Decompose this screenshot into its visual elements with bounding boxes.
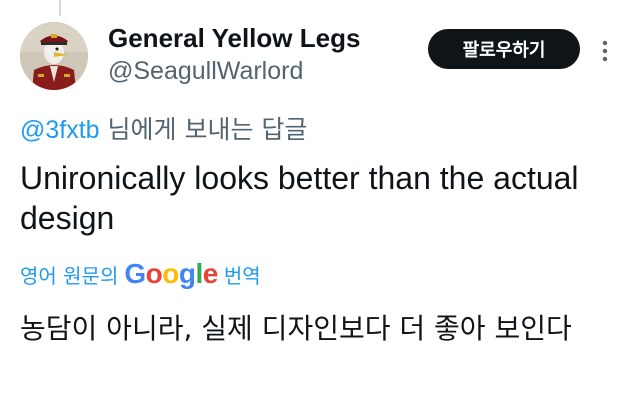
avatar[interactable]	[20, 22, 88, 90]
tweet-text: Unironically looks better than the actua…	[20, 160, 579, 236]
translation-prefix: 영어 원문의	[20, 263, 119, 288]
reply-mention-link[interactable]: @3fxtb	[20, 116, 100, 144]
author-handle[interactable]: @SeagullWarlord	[108, 54, 360, 88]
author-names: General Yellow Legs @SeagullWarlord	[108, 22, 360, 88]
author-display-name[interactable]: General Yellow Legs	[108, 22, 360, 54]
avatar-image	[20, 22, 88, 90]
reply-context: @3fxtb 님에게 보내는 답글	[20, 110, 307, 146]
more-vertical-icon[interactable]	[602, 40, 608, 62]
google-logo: Google	[124, 258, 218, 289]
follow-button[interactable]: 팔로우하기	[428, 29, 580, 69]
translation-attribution[interactable]: 영어 원문의 Google 번역	[20, 258, 261, 290]
reply-context-suffix: 님에게 보내는 답글	[99, 115, 308, 144]
translation-suffix: 번역	[223, 263, 261, 288]
thread-connector-line	[59, 0, 61, 16]
translated-tweet-text: 농담이 아니라, 실제 디자인보다 더 좋아 보인다	[20, 312, 572, 345]
tweet-header: General Yellow Legs @SeagullWarlord 팔로우하…	[20, 22, 620, 92]
